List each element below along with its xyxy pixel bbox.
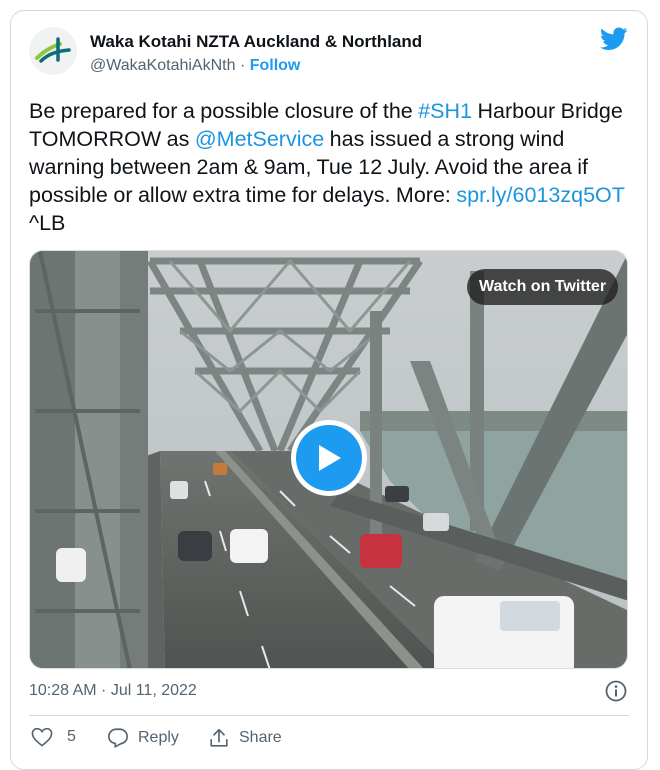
author-name[interactable]: Waka Kotahi NZTA Auckland & Northland xyxy=(90,32,422,52)
divider xyxy=(29,715,629,716)
like-action[interactable]: 5 xyxy=(31,727,76,747)
play-icon xyxy=(319,445,341,471)
reply-action[interactable]: Reply xyxy=(107,727,179,748)
twitter-bird-icon[interactable] xyxy=(600,27,628,51)
heart-icon xyxy=(31,727,53,747)
like-count: 5 xyxy=(67,728,76,745)
url-link[interactable]: spr.ly/6013zq5OT xyxy=(456,183,624,207)
watch-on-twitter-button[interactable]: Watch on Twitter xyxy=(467,269,618,305)
mention-link[interactable]: @MetService xyxy=(195,127,324,151)
video-media[interactable]: Watch on Twitter xyxy=(29,250,628,669)
reply-icon xyxy=(108,728,128,748)
tweet-text: Be prepared for a possible closure of th… xyxy=(29,97,639,237)
play-button[interactable] xyxy=(291,420,367,496)
share-label: Share xyxy=(239,729,282,746)
waka-kotahi-logo xyxy=(29,27,77,75)
follow-button[interactable]: Follow xyxy=(250,57,301,74)
share-icon xyxy=(210,728,228,747)
tweet-text-part: Be prepared for a possible closure of th… xyxy=(29,99,419,123)
tweet-timestamp[interactable]: 10:28 AM · Jul 11, 2022 xyxy=(29,682,197,700)
reply-label: Reply xyxy=(138,728,179,746)
avatar[interactable] xyxy=(29,27,77,75)
share-action[interactable]: Share xyxy=(208,727,282,749)
author-handle-row: @WakaKotahiAkNth · Follow xyxy=(90,57,300,75)
hashtag-link[interactable]: #SH1 xyxy=(418,99,472,123)
tweet-text-part: ^LB xyxy=(29,211,66,235)
tweet-card: Waka Kotahi NZTA Auckland & Northland @W… xyxy=(10,10,648,770)
author-handle[interactable]: @WakaKotahiAkNth xyxy=(90,57,235,74)
separator: · xyxy=(239,57,246,74)
info-icon[interactable] xyxy=(605,680,627,702)
